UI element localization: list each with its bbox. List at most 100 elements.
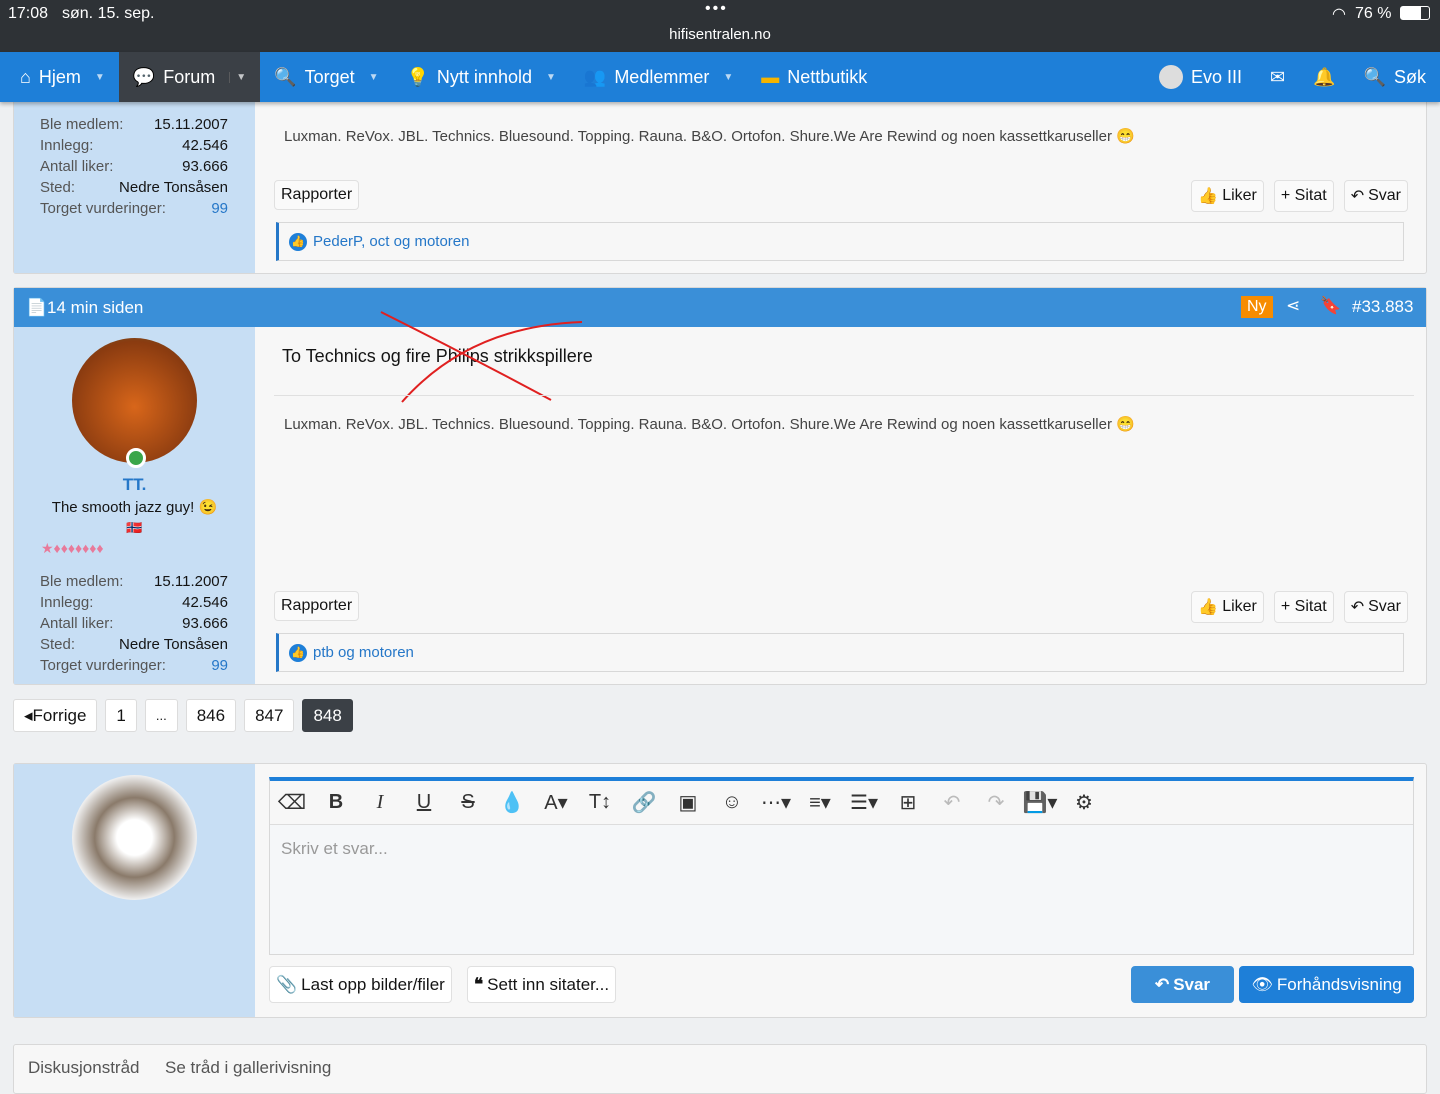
post: 📄 14 min siden Ny ⋖ 🔖 #33.883 TT. The sm… xyxy=(13,287,1427,685)
insert-quotes-button[interactable]: ❝ Sett inn sitater... xyxy=(467,966,617,1003)
font-size-icon[interactable]: T↕ xyxy=(578,791,622,814)
chevron-down-icon[interactable]: ▼ xyxy=(229,71,246,83)
gear-icon[interactable]: ⚙ xyxy=(1062,790,1106,815)
prev-page-button[interactable]: ◂ Forrige xyxy=(13,699,98,732)
likes-bar[interactable]: 👍 PederP, oct og motoren xyxy=(276,222,1404,261)
reply-icon: ↶ xyxy=(1154,974,1170,994)
pagination: ◂ Forrige 1 ... 846 847 848 xyxy=(13,699,353,732)
smiley-icon[interactable]: ☺ xyxy=(710,791,754,814)
submit-reply-button[interactable]: ↶ Svar xyxy=(1131,966,1234,1003)
home-icon: ⌂ xyxy=(20,66,31,87)
nav-nettbutikk[interactable]: ▬ Nettbutikk xyxy=(747,52,881,102)
page-ellipsis[interactable]: ... xyxy=(144,699,178,732)
clock: 17:08 xyxy=(8,5,49,22)
align-icon[interactable]: ≡▾ xyxy=(798,790,842,815)
search-dollar-icon: 🔍 xyxy=(274,66,297,87)
nav-hjem[interactable]: ⌂ Hjem ▼ xyxy=(0,52,119,102)
more-icon[interactable]: ••• xyxy=(705,0,728,18)
user-stats: Ble medlem: 15.11.2007 Innlegg: 42.546 Ant… xyxy=(40,573,228,674)
bookmark-icon[interactable]: 🔖 xyxy=(1320,296,1341,316)
page-847[interactable]: 847 xyxy=(244,699,295,732)
redo-icon[interactable]: ↷ xyxy=(974,790,1018,815)
battery-icon xyxy=(1400,6,1430,20)
page-848-current[interactable]: 848 xyxy=(302,699,353,732)
rank-icons: ★♦♦♦♦♦♦♦ xyxy=(41,540,104,556)
user-menu[interactable]: Evo III xyxy=(1145,52,1256,102)
nav-forum[interactable]: 💬 Forum ▼ xyxy=(118,52,261,102)
online-icon xyxy=(126,448,146,468)
wifi-icon: ◠ xyxy=(1332,6,1346,23)
footer-tabs: Diskusjonstråd Se tråd i gallerivisning xyxy=(13,1044,1427,1094)
reply-button[interactable]: ↶ Svar xyxy=(1343,180,1408,212)
red-cross-drawing xyxy=(380,311,583,403)
chevron-down-icon[interactable]: ▼ xyxy=(546,72,556,83)
report-button[interactable]: Rapporter xyxy=(274,180,360,210)
italic-icon[interactable]: I xyxy=(358,791,402,814)
page-1[interactable]: 1 xyxy=(105,699,137,732)
quote-button[interactable]: + Sitat xyxy=(1273,591,1334,623)
likes-bar[interactable]: 👍 ptb og motoren xyxy=(276,633,1404,672)
table-icon[interactable]: ⊞ xyxy=(886,790,930,815)
search-button[interactable]: 🔍 Søk xyxy=(1350,52,1440,102)
main-nav: ⌂ Hjem ▼ 💬 Forum ▼ 🔍 Torget ▼ 💡 Nytt innhold ▼ 👥… xyxy=(0,52,1440,102)
eraser-icon[interactable]: ⌫ xyxy=(270,790,314,815)
strikethrough-icon[interactable]: S xyxy=(446,791,490,814)
like-button[interactable]: 👍 Liker xyxy=(1191,591,1264,623)
font-icon[interactable]: A▾ xyxy=(534,790,578,815)
like-icon: 👍 xyxy=(289,643,307,662)
shop-icon: ▬ xyxy=(761,66,780,87)
undo-icon[interactable]: ↶ xyxy=(930,790,974,815)
reply-icon: ↶ xyxy=(1350,599,1365,616)
signature: Luxman. ReVox. JBL. Technics. Bluesound.… xyxy=(284,128,1135,145)
paperclip-icon: 📎 xyxy=(276,974,298,994)
editor-toolbar: ⌫ B I U S 💧 A▾ T↕ 🔗 ▣ ☺ ⋯▾ ≡▾ ☰▾ ⊞ ↶ ↷ 💾… xyxy=(270,781,1413,825)
username[interactable]: TT. xyxy=(14,475,255,495)
nav-nytt-innhold[interactable]: 💡 Nytt innhold ▼ xyxy=(393,52,570,102)
quote-icon: ❝ xyxy=(474,974,484,994)
preview-button[interactable]: 👁 Forhåndsvisning xyxy=(1239,966,1414,1003)
save-draft-icon[interactable]: 💾▾ xyxy=(1018,790,1062,815)
date: søn. 15. sep. xyxy=(62,5,155,22)
tab-gallery-view[interactable]: Se tråd i gallerivisning xyxy=(165,1058,331,1078)
image-icon[interactable]: ▣ xyxy=(666,790,710,815)
like-icon: 👍 xyxy=(289,232,307,251)
inbox-button[interactable]: ✉ xyxy=(1256,52,1299,102)
quote-button[interactable]: + Sitat xyxy=(1273,180,1334,212)
tab-diskusjonstrad[interactable]: Diskusjonstråd xyxy=(28,1058,140,1078)
search-icon: 🔍 xyxy=(1363,66,1386,87)
share-icon[interactable]: ⋖ xyxy=(1286,296,1300,316)
post-number[interactable]: #33.883 xyxy=(1352,297,1413,317)
more-icon[interactable]: ⋯▾ xyxy=(754,790,798,815)
color-icon[interactable]: 💧 xyxy=(490,790,534,815)
chevron-down-icon[interactable]: ▼ xyxy=(723,72,733,83)
reply-icon: ↶ xyxy=(1350,188,1365,205)
bold-icon[interactable]: B xyxy=(314,791,358,814)
nav-medlemmer[interactable]: 👥 Medlemmer ▼ xyxy=(570,52,747,102)
lightbulb-icon: 💡 xyxy=(406,66,429,87)
page-846[interactable]: 846 xyxy=(185,699,237,732)
avatar xyxy=(72,775,197,900)
flag: 🇳🇴 xyxy=(126,520,143,535)
avatar xyxy=(1159,65,1184,89)
chevron-down-icon[interactable]: ▼ xyxy=(369,72,379,83)
upload-button[interactable]: 📎 Last opp bilder/filer xyxy=(269,966,452,1003)
reply-button[interactable]: ↶ Svar xyxy=(1343,591,1408,623)
alerts-button[interactable]: 🔔 xyxy=(1299,52,1349,102)
url[interactable]: hifisentralen.no xyxy=(0,26,1440,43)
avatar[interactable] xyxy=(72,338,197,463)
chevron-down-icon[interactable]: ▼ xyxy=(95,72,105,83)
editor: ⌫ B I U S 💧 A▾ T↕ 🔗 ▣ ☺ ⋯▾ ≡▾ ☰▾ ⊞ ↶ ↷ 💾… xyxy=(269,777,1414,955)
nav-torget[interactable]: 🔍 Torget ▼ xyxy=(260,52,392,102)
quick-reply: ⌫ B I U S 💧 A▾ T↕ 🔗 ▣ ☺ ⋯▾ ≡▾ ☰▾ ⊞ ↶ ↷ 💾… xyxy=(13,763,1427,1018)
underline-icon[interactable]: U xyxy=(402,791,446,814)
envelope-icon: ✉ xyxy=(1270,66,1286,87)
link-icon[interactable]: 🔗 xyxy=(622,790,666,815)
list-icon[interactable]: ☰▾ xyxy=(842,790,886,815)
user-title: The smooth jazz guy! 😉 xyxy=(51,499,218,516)
post-time[interactable]: 14 min siden xyxy=(47,298,143,318)
reply-input[interactable]: Skriv et svar... xyxy=(270,825,1413,873)
users-icon: 👥 xyxy=(583,66,607,87)
like-button[interactable]: 👍 Liker xyxy=(1191,180,1264,212)
report-button[interactable]: Rapporter xyxy=(274,591,360,621)
thumbs-up-icon: 👍 xyxy=(1198,188,1219,205)
